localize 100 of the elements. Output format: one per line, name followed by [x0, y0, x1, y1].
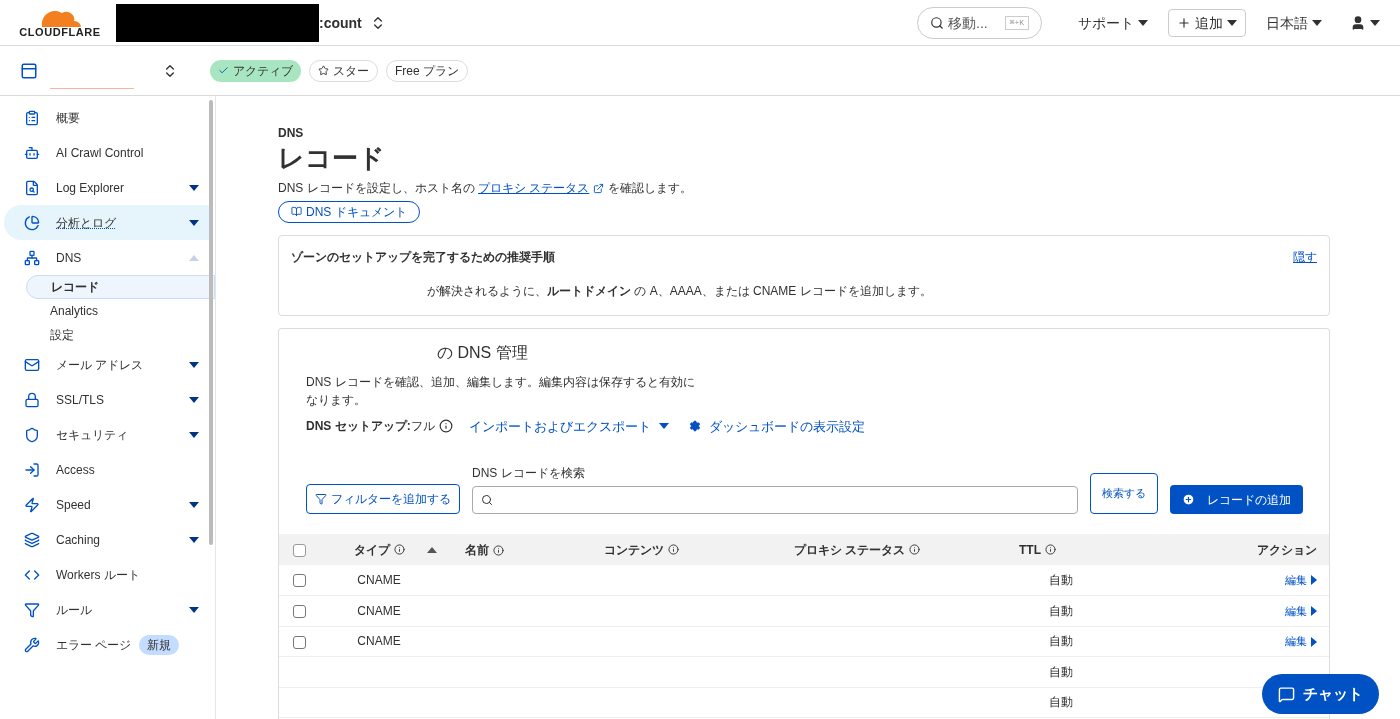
column-header[interactable]: タイプ — [319, 534, 439, 565]
setup-label: DNS セットアップ: — [306, 418, 411, 436]
search-icon — [930, 15, 944, 30]
clipboard-icon — [24, 109, 40, 126]
caret-icon — [1311, 636, 1317, 647]
setup-value: フル — [410, 418, 435, 436]
mail-icon — [24, 356, 40, 373]
new-badge: 新規 — [139, 634, 180, 655]
account-name[interactable]: :count — [319, 12, 362, 33]
info-icon[interactable] — [1045, 544, 1056, 555]
expand-icon — [189, 431, 199, 438]
expand-icon — [189, 536, 199, 543]
table-cell: 自動 — [1049, 695, 1073, 710]
sidebar-subitem[interactable]: レコード — [26, 275, 215, 299]
table-cell: CNAME — [357, 603, 401, 618]
sidebar-subitem[interactable]: 設定 — [26, 323, 215, 347]
expand-icon — [189, 361, 199, 368]
document-icon — [24, 179, 40, 196]
wrench-icon — [24, 636, 40, 653]
edit-link[interactable]: 編集 — [1285, 572, 1317, 589]
page-title: レコード — [278, 142, 386, 175]
book-icon — [291, 206, 302, 217]
robot-icon — [24, 144, 40, 161]
sidebar-item[interactable]: DNS — [4, 240, 211, 275]
card-title: の DNS 管理 — [437, 342, 529, 363]
sidebar-item[interactable]: AI Crawl Control — [4, 135, 211, 170]
column-header[interactable]: プロキシ ステータス — [794, 534, 1019, 565]
row-checkbox[interactable] — [292, 635, 306, 649]
card-title: ゾーンのセットアップを完了するための推奨手順 — [291, 248, 555, 266]
info-icon[interactable] — [438, 419, 453, 434]
add-menu[interactable]: 追加 — [1168, 8, 1246, 37]
search-placeholder: 移動... — [948, 13, 988, 33]
sidebar-subitem[interactable]: Analytics — [26, 299, 215, 323]
plus-icon — [1182, 493, 1195, 506]
sidebar-item[interactable]: Access — [4, 452, 211, 487]
table-cell: 自動 — [1049, 573, 1073, 587]
sidebar-item[interactable]: Speed — [4, 487, 211, 522]
sidebar-item[interactable]: セキュリティ — [4, 417, 211, 452]
column-header[interactable]: アクション — [1151, 534, 1329, 565]
sidebar-item[interactable]: 分析とログ — [4, 205, 211, 240]
scrollbar[interactable] — [209, 100, 213, 545]
hide-link[interactable]: 隠す — [1293, 247, 1317, 266]
import-export-menu[interactable]: インポートおよびエクスポート — [468, 416, 669, 436]
caret-icon — [1370, 19, 1380, 26]
sidebar-item[interactable]: Log Explorer — [4, 170, 211, 205]
proxy-status-link[interactable]: プロキシ ステータス — [478, 180, 590, 195]
menu-button[interactable]: 日本語 — [1258, 8, 1330, 37]
external-link-icon — [593, 182, 605, 194]
shield-icon — [24, 426, 40, 443]
dashboard-settings-link[interactable]: ダッシュボードの表示設定 — [688, 416, 865, 436]
column-header[interactable]: 名前 — [439, 534, 604, 565]
sidebar-item[interactable]: 概要 — [4, 100, 211, 135]
expand-icon — [189, 606, 199, 613]
star-icon — [318, 65, 329, 76]
browser-icon — [20, 61, 38, 80]
add-record-button[interactable]: レコードの追加 — [1170, 485, 1303, 514]
expand-icon — [189, 219, 199, 226]
info-icon[interactable] — [493, 544, 504, 556]
settings-icon — [688, 420, 701, 433]
search-label: DNS レコードを検索 — [472, 465, 586, 482]
row-checkbox[interactable] — [292, 574, 306, 588]
caret-icon — [1227, 19, 1237, 26]
setup-step: が解決されるように、ルートドメイン の A、AAAA、または CNAME レコードを追加します。 — [427, 281, 1317, 300]
column-header[interactable]: コンテンツ — [604, 534, 794, 565]
info-icon[interactable] — [668, 544, 679, 555]
collapse-icon — [189, 254, 199, 261]
table-cell: CNAME — [357, 573, 401, 587]
network-icon — [24, 249, 40, 266]
info-icon[interactable] — [909, 544, 921, 555]
chat-button[interactable]: チャット — [1262, 674, 1379, 714]
search-icon — [481, 494, 493, 506]
record-search-field[interactable] — [472, 486, 1078, 514]
info-icon[interactable] — [393, 544, 405, 555]
caret-icon — [1311, 606, 1317, 616]
edit-link[interactable]: 編集 — [1285, 602, 1317, 620]
column-header[interactable]: TTL — [1019, 534, 1152, 565]
user-icon — [1350, 14, 1366, 31]
sidebar-item[interactable]: エラー ページ 新規 — [4, 627, 211, 662]
expand-icon — [189, 184, 199, 191]
table-cell: 自動 — [1049, 603, 1073, 618]
expand-icon — [189, 501, 199, 508]
edit-link[interactable]: 編集 — [1285, 633, 1317, 650]
caret-icon — [1311, 575, 1317, 586]
sort-icon — [427, 547, 437, 553]
search-button[interactable]: 検索する — [1090, 473, 1158, 514]
sidebar-item[interactable]: メール アドレス — [4, 347, 211, 382]
lock-icon — [24, 391, 40, 408]
menu-button[interactable]: サポート — [1070, 8, 1156, 37]
add-filter-button[interactable]: フィルターを追加する — [306, 484, 460, 514]
shortcut-key: ⌘+K — [1004, 15, 1029, 30]
sidebar-item[interactable]: Caching — [4, 522, 211, 557]
chat-icon — [1278, 685, 1295, 703]
sidebar-item[interactable]: ルール — [4, 592, 211, 627]
select-all-checkbox[interactable] — [292, 543, 306, 557]
card-description: DNS レコードを確認、追加、編集します。編集内容は保存すると有効になります。 — [306, 373, 696, 409]
lightning-icon — [24, 496, 40, 513]
sidebar-item[interactable]: Workers ルート — [4, 557, 211, 592]
logo-text: CLOUDFLARE — [19, 27, 101, 38]
row-checkbox[interactable] — [292, 605, 306, 619]
sidebar-item[interactable]: SSL/TLS — [4, 382, 211, 417]
